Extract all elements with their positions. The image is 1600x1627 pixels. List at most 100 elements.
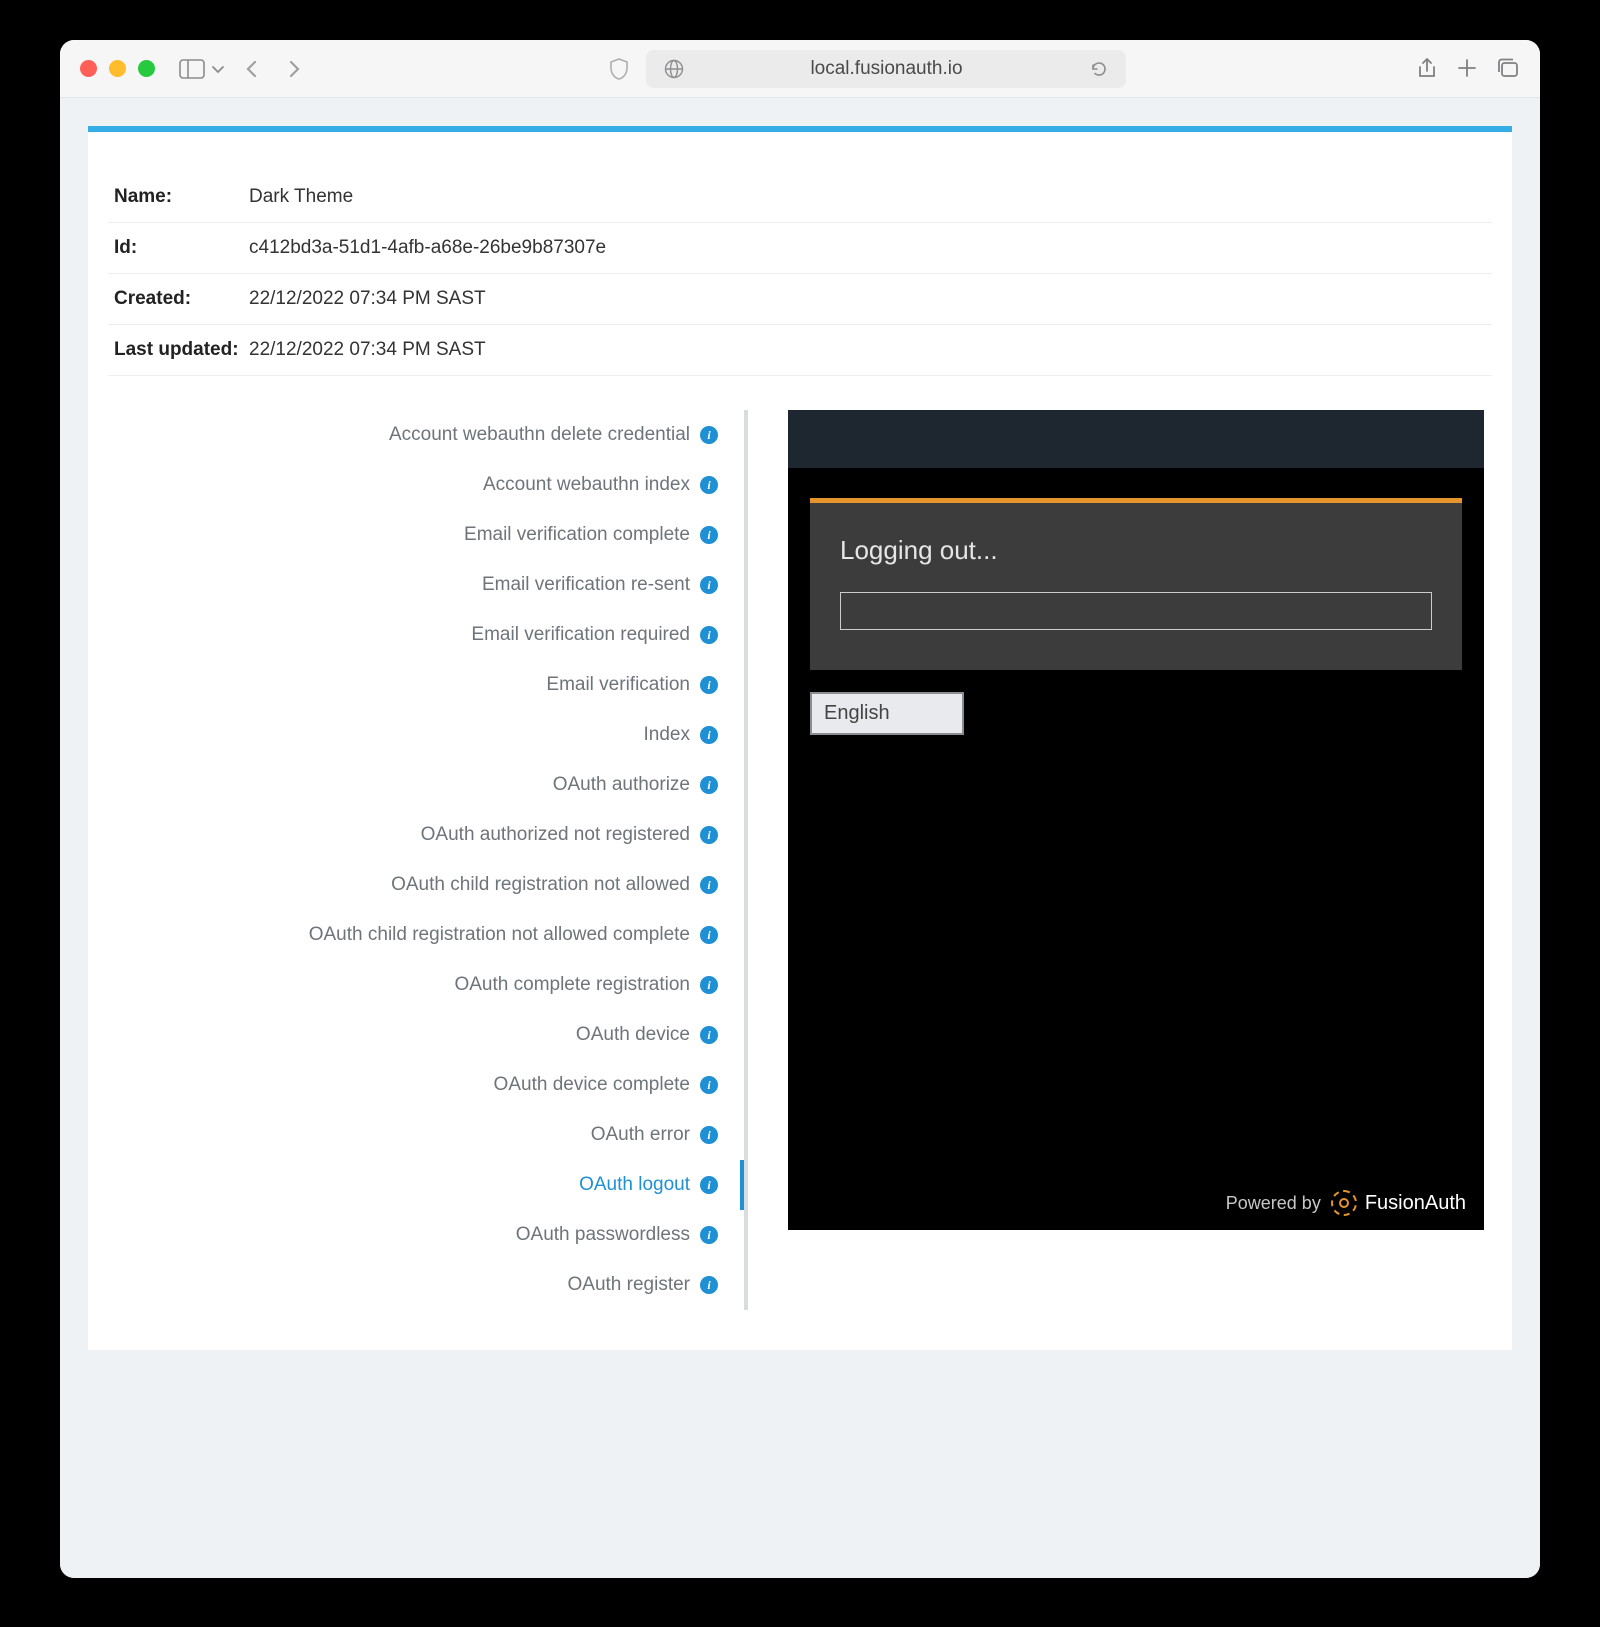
template-item-label: Email verification complete — [464, 524, 690, 546]
template-item[interactable]: Email verification complete i — [108, 510, 736, 560]
template-item[interactable]: OAuth device complete i — [108, 1060, 736, 1110]
info-icon[interactable]: i — [700, 1076, 718, 1094]
template-item[interactable]: Indexi — [108, 710, 736, 760]
meta-row-updated: Last updated: 22/12/2022 07:34 PM SAST — [108, 325, 1492, 376]
meta-row-created: Created: 22/12/2022 07:34 PM SAST — [108, 274, 1492, 325]
close-window-button[interactable] — [80, 60, 97, 77]
fusionauth-logo-text: FusionAuth — [1365, 1192, 1466, 1215]
minimize-window-button[interactable] — [109, 60, 126, 77]
meta-value-name: Dark Theme — [249, 186, 353, 208]
meta-row-id: Id: c412bd3a-51d1-4afb-a68e-26be9b87307e — [108, 223, 1492, 274]
chevron-right-icon — [286, 59, 302, 79]
theme-preview: Logging out... English Powered by — [788, 410, 1484, 1230]
info-icon[interactable]: i — [700, 476, 718, 494]
language-select[interactable]: English — [810, 692, 964, 735]
template-item[interactable]: Email verification requiredi — [108, 610, 736, 660]
url-text: local.fusionauth.io — [694, 58, 1080, 80]
nav-back-button[interactable] — [237, 54, 267, 84]
info-icon[interactable]: i — [700, 426, 718, 444]
info-icon[interactable]: i — [700, 676, 718, 694]
sidebar-toggle[interactable] — [179, 59, 225, 79]
preview-app-header — [788, 410, 1484, 468]
nav-forward-button[interactable] — [279, 54, 309, 84]
template-item-label: Index — [644, 724, 690, 746]
template-item[interactable]: OAuth child registration not allowed i — [108, 860, 736, 910]
meta-row-name: Name: Dark Theme — [108, 172, 1492, 223]
chevron-down-icon — [211, 62, 225, 76]
template-item[interactable]: OAuth authorize i — [108, 760, 736, 810]
template-item[interactable]: OAuth passwordless i — [108, 1210, 736, 1260]
reload-icon — [1090, 60, 1108, 78]
share-icon — [1416, 57, 1438, 81]
tabs-overview-button[interactable] — [1496, 57, 1520, 81]
template-item-label: OAuth child registration not allowed com… — [309, 924, 690, 946]
template-item[interactable]: OAuth errori — [108, 1110, 736, 1160]
preview-footer: Powered by FusionAuth — [1226, 1190, 1466, 1216]
theme-panel: Name: Dark Theme Id: c412bd3a-51d1-4afb-… — [88, 126, 1512, 1350]
browser-window: local.fusionauth.io Name: Dark Theme — [60, 40, 1540, 1578]
meta-label: Last updated: — [114, 339, 249, 361]
info-icon[interactable]: i — [700, 926, 718, 944]
info-icon[interactable]: i — [700, 776, 718, 794]
tabs-icon — [1496, 57, 1520, 79]
meta-label: Created: — [114, 288, 249, 310]
template-item-label: OAuth complete registration — [454, 974, 690, 996]
language-select-value: English — [824, 702, 890, 725]
info-icon[interactable]: i — [700, 726, 718, 744]
powered-by-label: Powered by — [1226, 1193, 1321, 1214]
template-item-label: OAuth logout — [579, 1174, 690, 1196]
info-icon[interactable]: i — [700, 876, 718, 894]
template-item[interactable]: Account webauthn delete credential i — [108, 410, 736, 460]
template-item[interactable]: OAuth child registration not allowed com… — [108, 910, 736, 960]
template-item[interactable]: OAuth complete registration i — [108, 960, 736, 1010]
template-item-label: OAuth passwordless — [516, 1224, 690, 1246]
plus-icon — [1456, 57, 1478, 79]
preview-pane: Logging out... English Powered by — [788, 410, 1492, 1310]
template-item[interactable]: OAuth logout i — [108, 1160, 744, 1210]
template-item-label: Email verification re-sent — [482, 574, 690, 596]
template-item-label: OAuth authorize — [553, 774, 690, 796]
template-item[interactable]: OAuth register i — [108, 1260, 736, 1310]
editor-split: Account webauthn delete credentialiAccou… — [108, 410, 1492, 1310]
info-icon[interactable]: i — [700, 826, 718, 844]
template-item-label: OAuth child registration not allowed — [391, 874, 690, 896]
info-icon[interactable]: i — [700, 1226, 718, 1244]
info-icon[interactable]: i — [700, 626, 718, 644]
template-item[interactable]: OAuth device i — [108, 1010, 736, 1060]
chevron-left-icon — [244, 59, 260, 79]
template-item-label: OAuth register — [568, 1274, 691, 1296]
meta-value-id: c412bd3a-51d1-4afb-a68e-26be9b87307e — [249, 237, 606, 259]
preview-heading: Logging out... — [840, 535, 1432, 566]
info-icon[interactable]: i — [700, 576, 718, 594]
template-item-label: Account webauthn index — [483, 474, 690, 496]
template-item[interactable]: Email verification i — [108, 660, 736, 710]
template-item[interactable]: OAuth authorized not registeredi — [108, 810, 736, 860]
template-item-label: OAuth device — [576, 1024, 690, 1046]
info-icon[interactable]: i — [700, 1126, 718, 1144]
info-icon[interactable]: i — [700, 1026, 718, 1044]
new-tab-button[interactable] — [1456, 57, 1478, 81]
info-icon[interactable]: i — [700, 526, 718, 544]
template-item-label: Account webauthn delete credential — [389, 424, 690, 446]
share-button[interactable] — [1416, 57, 1438, 81]
template-list[interactable]: Account webauthn delete credentialiAccou… — [108, 410, 748, 1310]
sidebar-icon — [179, 59, 205, 79]
info-icon[interactable]: i — [700, 976, 718, 994]
browser-titlebar: local.fusionauth.io — [60, 40, 1540, 98]
template-item[interactable]: Account webauthn index i — [108, 460, 736, 510]
meta-label: Name: — [114, 186, 249, 208]
template-item-label: Email verification — [546, 674, 690, 696]
maximize-window-button[interactable] — [138, 60, 155, 77]
privacy-shield-button[interactable] — [604, 58, 634, 80]
reload-button[interactable] — [1090, 60, 1108, 78]
info-icon[interactable]: i — [700, 1176, 718, 1194]
page-content: Name: Dark Theme Id: c412bd3a-51d1-4afb-… — [60, 98, 1540, 1578]
template-item-label: OAuth device complete — [494, 1074, 690, 1096]
template-item[interactable]: Email verification re-sent i — [108, 560, 736, 610]
fusionauth-logo-icon — [1331, 1190, 1357, 1216]
url-bar[interactable]: local.fusionauth.io — [646, 50, 1126, 88]
globe-icon — [664, 59, 684, 79]
info-icon[interactable]: i — [700, 1276, 718, 1294]
preview-progress-bar — [840, 592, 1432, 630]
window-controls — [80, 60, 155, 77]
